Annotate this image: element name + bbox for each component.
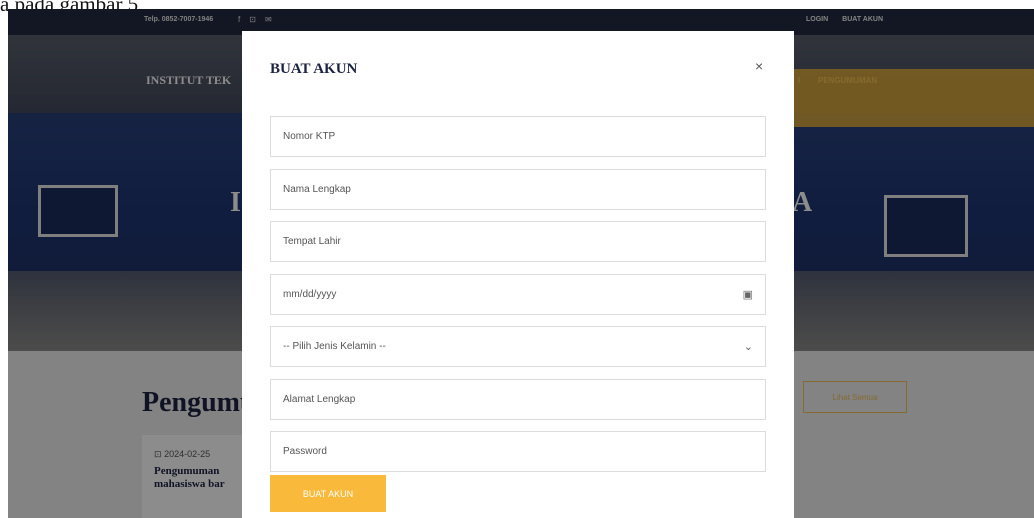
address-placeholder: Alamat Lengkap [283, 394, 356, 405]
website: Telp. 0852-7007-1946 f ⊡ ✉ LOGIN BUAT AK… [8, 9, 1034, 518]
birthplace-placeholder: Tempat Lahir [283, 236, 341, 247]
ktp-placeholder: Nomor KTP [283, 131, 336, 142]
password-input[interactable]: Password [270, 431, 766, 472]
password-placeholder: Password [283, 446, 327, 457]
birthdate-input[interactable]: mm/dd/yyyy ▣ [270, 274, 766, 315]
create-account-button[interactable]: BUAT AKUN [270, 475, 386, 512]
close-icon[interactable]: × [755, 58, 763, 74]
screenshot: a pada gambar 5 Telp. 0852-7007-1946 f ⊡… [0, 0, 1034, 518]
calendar-icon[interactable]: ▣ [743, 288, 753, 301]
gender-selected-value: -- Pilih Jenis Kelamin -- [283, 341, 386, 352]
birthdate-placeholder: mm/dd/yyyy [283, 289, 337, 300]
address-input[interactable]: Alamat Lengkap [270, 379, 766, 420]
modal-title: BUAT AKUN [270, 61, 358, 77]
full-name-input[interactable]: Nama Lengkap [270, 169, 766, 210]
gender-select[interactable]: -- Pilih Jenis Kelamin -- ⌄ [270, 326, 766, 367]
birthplace-input[interactable]: Tempat Lahir [270, 221, 766, 262]
full-name-placeholder: Nama Lengkap [283, 184, 351, 195]
register-modal: BUAT AKUN × Nomor KTP Nama Lengkap Tempa… [242, 31, 794, 518]
chevron-down-icon[interactable]: ⌄ [744, 340, 753, 353]
ktp-input[interactable]: Nomor KTP [270, 116, 766, 157]
